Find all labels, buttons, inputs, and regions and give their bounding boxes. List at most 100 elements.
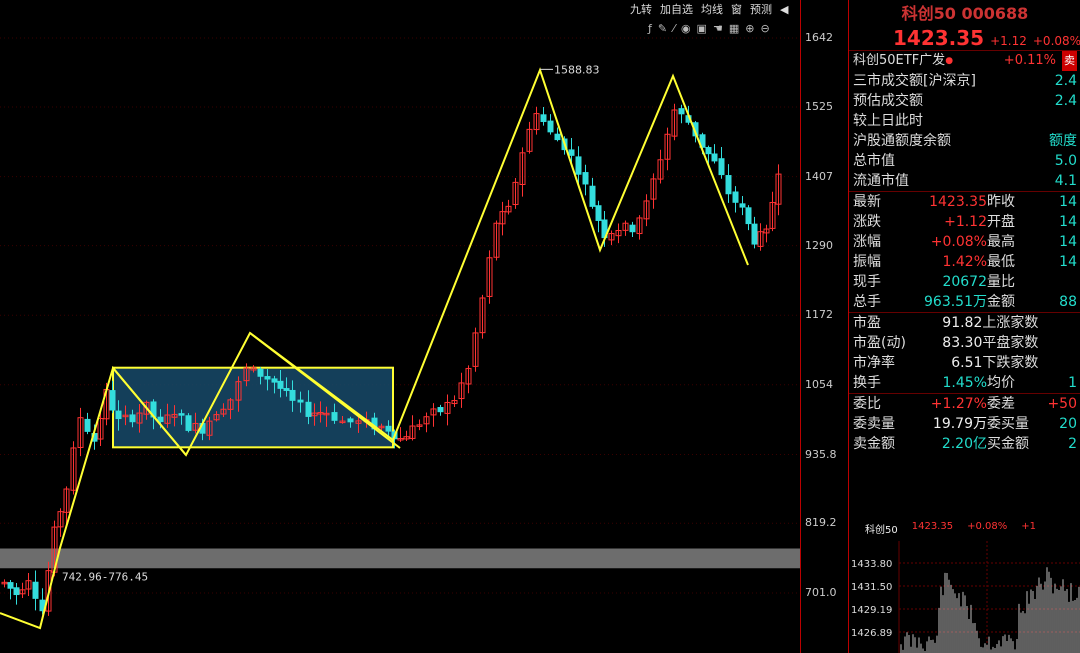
candle: [32, 570, 39, 611]
info-label: 流通市值: [853, 173, 909, 189]
toolbar-add-watch[interactable]: 加自选: [660, 1, 693, 17]
quote-row: 卖金额 2.20亿 买金额 2: [849, 434, 1080, 454]
kline-chart[interactable]: 742.96-776.45 1588.83: [0, 0, 800, 653]
row-value-2: 14: [1059, 214, 1077, 230]
y-tick-label: 819.2: [805, 516, 837, 530]
y-tick-label: 935.8: [805, 447, 837, 461]
row-value: 91.82: [942, 315, 983, 331]
plus-circle-icon[interactable]: ⊕: [745, 22, 754, 35]
mini-svg: 1433.80 1431.50 1429.19 1426.89: [849, 541, 1080, 653]
candle: [526, 121, 533, 154]
toolbar-ma[interactable]: 均线: [701, 1, 723, 17]
candle: [409, 415, 416, 441]
pen-icon[interactable]: ✎: [658, 22, 667, 35]
row-value: 2.20亿: [941, 436, 987, 452]
grid-icon[interactable]: ▦: [729, 22, 739, 35]
row-value: 1.45%: [942, 375, 987, 391]
candle: [608, 230, 615, 246]
y-tick-label: 1290: [805, 238, 833, 252]
candle: [486, 250, 493, 304]
candle-body: [540, 114, 547, 123]
candle-body: [109, 390, 116, 411]
candle-body: [678, 108, 685, 115]
toolbar-jiuzhuan[interactable]: 九转: [630, 1, 652, 17]
y-tick-label: 701.0: [805, 586, 837, 599]
candle: [622, 220, 629, 236]
mini-tick-label: 1433.80: [851, 559, 892, 570]
candle: [465, 365, 472, 394]
candle-body: [568, 149, 575, 156]
candle: [636, 215, 643, 240]
candle-body: [7, 582, 14, 589]
candle: [678, 104, 685, 124]
candle: [25, 572, 32, 596]
row-value: 83.30: [942, 335, 983, 351]
draw-icon[interactable]: ⁄: [673, 22, 675, 35]
candle: [444, 394, 451, 426]
bag-icon[interactable]: ▣: [697, 22, 707, 35]
row-label-2: 上涨家数: [982, 315, 1039, 331]
collapse-icon[interactable]: ◀: [780, 3, 788, 16]
candle-body: [739, 203, 746, 208]
eye-icon[interactable]: ◉: [681, 22, 691, 35]
candle: [711, 144, 718, 164]
y-tick-label: 1525: [805, 100, 833, 113]
row-value: 19.79万: [932, 416, 987, 432]
mini-chart[interactable]: 科创50 1423.35 +0.08% +1 1433.80 1431.50 142…: [849, 515, 1080, 653]
fx-icon[interactable]: ƒ: [648, 22, 652, 35]
candle: [505, 199, 512, 215]
candle-body: [437, 407, 444, 413]
row-value: +0.08%: [930, 234, 987, 250]
candle: [13, 583, 20, 605]
etf-label: 科创50ETF广发: [853, 53, 946, 68]
candle-body: [629, 224, 636, 233]
candle: [84, 412, 91, 435]
candle-body: [547, 120, 554, 133]
candle: [763, 224, 770, 243]
hand-icon[interactable]: ☚: [713, 22, 723, 35]
row-value-2: [1037, 272, 1077, 292]
candle: [451, 395, 458, 407]
tool-iconbar: ƒ ✎ ⁄ ◉ ▣ ☚ ▦ ⊕ ⊖: [648, 20, 770, 36]
order-rows: 委比 +1.27% 委差 +50 委卖量 19.79万 委买量 20 卖金额 2.20亿 买金额 2: [849, 393, 1080, 454]
quote-row: 市盈(动) 83.30 平盘家数: [849, 333, 1080, 353]
candle: [458, 372, 465, 408]
row-value: +1.27%: [930, 396, 987, 412]
info-label: 较上日此时: [853, 113, 923, 129]
chart-toolbar: 九转 加自选 均线 窗 预测 ◀: [630, 0, 788, 18]
row-value: 963.51万: [924, 294, 987, 310]
info-row: 沪股通额度余额 额度: [849, 131, 1080, 151]
mini-price: 1423.35: [911, 521, 954, 532]
row-label-2: 委差: [987, 396, 1015, 412]
y-tick-label: 1642: [805, 31, 833, 44]
candle: [615, 223, 622, 244]
quote-row: 振幅 1.42% 最低 14: [849, 252, 1080, 272]
minus-circle-icon[interactable]: ⊖: [760, 22, 769, 35]
price-axis: 1642 1525 1407 1290 1172 1054 935.8 819.2 701.0: [800, 0, 849, 653]
info-label: 总市值: [853, 153, 895, 169]
quote-row: 换手 1.45% 均价 1: [849, 373, 1080, 393]
candle: [403, 430, 410, 442]
peak-label: 1588.83: [554, 63, 600, 76]
quote-row: 市盈 91.82 上涨家数: [849, 313, 1080, 333]
candle-body: [157, 416, 164, 423]
quote-row: 总手 963.51万 金额 88: [849, 292, 1080, 312]
panel-pct: +0.08%: [1032, 34, 1080, 48]
info-row: 三市成交额[沪深京] 2.4: [849, 71, 1080, 91]
support-zone-label: 742.96-776.45: [62, 570, 148, 583]
row-label-2: 均价: [987, 375, 1015, 391]
candle-body: [554, 133, 561, 141]
candle-body: [13, 587, 20, 596]
toolbar-predict[interactable]: 预测: [750, 1, 772, 17]
candle: [472, 327, 479, 372]
stat-rows: 市盈 91.82 上涨家数 市盈(动) 83.30 平盘家数 市净率 6.51 下跌家数 换手 1.…: [849, 312, 1080, 393]
etf-row[interactable]: 科创50ETF广发 ● +0.11% 卖: [849, 50, 1080, 71]
mini-tick-label: 1431.50: [851, 582, 892, 593]
toolbar-window[interactable]: 窗: [731, 1, 742, 17]
row-label-2: 金额: [987, 294, 1015, 310]
candle: [479, 294, 486, 339]
info-row: 流通市值 4.1: [849, 171, 1080, 191]
sell-badge[interactable]: 卖: [1062, 51, 1077, 71]
candle-body: [305, 401, 312, 417]
candle-body: [283, 388, 290, 391]
